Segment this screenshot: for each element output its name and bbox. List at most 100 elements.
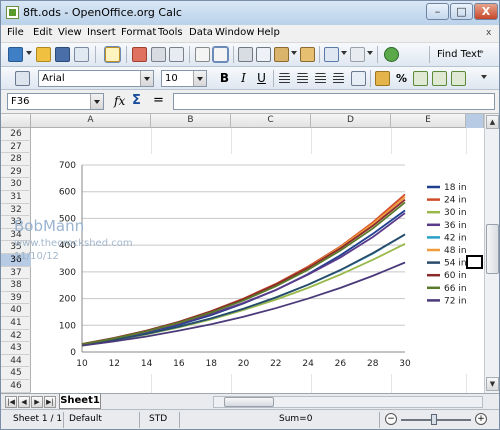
menu-insert[interactable]: Insert bbox=[87, 27, 116, 38]
toolbar-more-icon[interactable] bbox=[481, 75, 487, 79]
standard-format-icon[interactable] bbox=[413, 71, 428, 86]
toolbar-separator bbox=[95, 46, 96, 63]
selected-cell-f36[interactable] bbox=[466, 255, 483, 269]
row-header[interactable]: 27 bbox=[1, 141, 31, 154]
legend-label: 48 in bbox=[444, 246, 467, 256]
column-header-d[interactable]: D bbox=[311, 114, 391, 128]
chevron-down-icon[interactable] bbox=[193, 71, 206, 86]
scrollbar-thumb[interactable] bbox=[486, 224, 499, 274]
column-header-b[interactable]: B bbox=[151, 114, 231, 128]
spreadsheet-grid[interactable]: A B C D E 26 27 28 29 30 31 32 33 34 35 36 37 38 39 40… bbox=[1, 114, 484, 393]
chevron-down-icon[interactable] bbox=[291, 51, 297, 55]
watermark-date: 11/10/12 bbox=[14, 251, 59, 262]
italic-button[interactable]: I bbox=[236, 71, 251, 86]
vertical-scrollbar[interactable]: ▲ ▼ bbox=[484, 114, 499, 393]
find-text-label[interactable]: Find Text bbox=[437, 49, 481, 60]
menu-tools[interactable]: Tools bbox=[158, 27, 183, 38]
maximize-button[interactable]: □ bbox=[450, 3, 473, 20]
currency-format-icon[interactable] bbox=[375, 71, 390, 86]
delete-decimal-icon[interactable] bbox=[451, 71, 466, 86]
first-sheet-icon[interactable]: |◀ bbox=[5, 396, 17, 408]
status-bar: Sheet 1 / 1 Default STD Sum=0 − + bbox=[1, 409, 499, 429]
export-pdf-icon[interactable] bbox=[132, 47, 147, 62]
menu-help[interactable]: Help bbox=[257, 27, 280, 38]
align-center-icon[interactable] bbox=[297, 73, 308, 84]
menu-window[interactable]: Window bbox=[215, 27, 254, 38]
zoom-in-icon[interactable]: + bbox=[475, 413, 487, 425]
add-decimal-icon[interactable] bbox=[432, 71, 447, 86]
status-separator bbox=[63, 412, 64, 428]
close-button[interactable]: X bbox=[474, 3, 498, 20]
print-icon[interactable] bbox=[151, 47, 166, 62]
function-wizard-icon[interactable]: fx bbox=[114, 94, 125, 108]
menu-format[interactable]: Format bbox=[121, 27, 156, 38]
row-header[interactable]: 26 bbox=[1, 128, 31, 141]
menu-file[interactable]: File bbox=[7, 27, 24, 38]
percent-format-button[interactable]: % bbox=[394, 71, 409, 86]
copy-icon[interactable] bbox=[256, 47, 271, 62]
minimize-button[interactable]: – bbox=[426, 3, 449, 20]
last-sheet-icon[interactable]: ▶| bbox=[44, 396, 56, 408]
paste-icon[interactable] bbox=[274, 47, 289, 62]
function-icon[interactable]: = bbox=[153, 93, 164, 108]
clone-formatting-icon[interactable] bbox=[300, 47, 315, 62]
email-icon[interactable] bbox=[74, 47, 89, 62]
new-document-icon[interactable] bbox=[8, 47, 23, 62]
bold-button[interactable]: B bbox=[217, 71, 232, 86]
toolbar-more-icon[interactable]: » bbox=[479, 47, 491, 62]
menu-view[interactable]: View bbox=[58, 27, 82, 38]
horizontal-scrollbar[interactable] bbox=[213, 396, 483, 408]
font-size-combo[interactable]: 10 bbox=[161, 70, 207, 87]
formula-input[interactable] bbox=[173, 93, 495, 110]
chevron-down-icon[interactable] bbox=[341, 51, 347, 55]
name-box[interactable]: F36 bbox=[7, 93, 104, 110]
align-right-icon[interactable] bbox=[315, 73, 326, 84]
autospellcheck-icon[interactable] bbox=[212, 46, 229, 63]
chevron-down-icon[interactable] bbox=[140, 71, 153, 86]
zoom-slider-knob[interactable] bbox=[431, 414, 437, 425]
justify-icon[interactable] bbox=[333, 73, 344, 84]
navigator-icon[interactable] bbox=[384, 47, 399, 62]
x-tick-label: 10 bbox=[76, 359, 88, 369]
column-header-a[interactable]: A bbox=[31, 114, 151, 128]
zoom-out-icon[interactable]: − bbox=[385, 413, 397, 425]
save-icon[interactable] bbox=[55, 47, 70, 62]
spellcheck-icon[interactable] bbox=[195, 47, 210, 62]
status-separator bbox=[379, 412, 380, 428]
column-header-c[interactable]: C bbox=[231, 114, 311, 128]
undo-icon[interactable] bbox=[324, 47, 339, 62]
scroll-up-icon[interactable]: ▲ bbox=[486, 115, 499, 129]
chevron-down-icon[interactable] bbox=[367, 51, 373, 55]
close-document-icon[interactable]: x bbox=[486, 28, 491, 38]
line-chart[interactable]: 010020030040050060070010 12 14 16 18 20 22 24 26… bbox=[15, 154, 468, 414]
standard-toolbar: Find Text » bbox=[1, 43, 499, 67]
column-header-f[interactable] bbox=[466, 114, 484, 128]
select-all-corner[interactable] bbox=[1, 114, 31, 128]
scroll-down-icon[interactable]: ▼ bbox=[486, 377, 499, 391]
toolbar-separator bbox=[429, 46, 430, 63]
menu-data[interactable]: Data bbox=[189, 27, 213, 38]
scrollbar-thumb[interactable] bbox=[224, 397, 274, 407]
selection-mode[interactable]: STD bbox=[149, 414, 167, 424]
sheet-tab-sheet1[interactable]: Sheet1 bbox=[59, 394, 101, 409]
page-preview-icon[interactable] bbox=[169, 47, 184, 62]
toolbar-separator bbox=[273, 70, 274, 87]
open-folder-icon[interactable] bbox=[36, 47, 51, 62]
edit-file-icon[interactable] bbox=[104, 46, 121, 63]
underline-button[interactable]: U bbox=[254, 71, 269, 86]
chevron-down-icon[interactable] bbox=[90, 94, 103, 109]
merge-cells-icon[interactable] bbox=[351, 71, 366, 86]
redo-icon[interactable] bbox=[350, 47, 365, 62]
sum-display: Sum=0 bbox=[279, 414, 313, 424]
styles-formatting-icon[interactable] bbox=[15, 71, 30, 86]
font-name-combo[interactable]: Arial bbox=[38, 70, 154, 87]
chevron-down-icon[interactable] bbox=[26, 51, 32, 55]
cut-icon[interactable] bbox=[238, 47, 253, 62]
previous-sheet-icon[interactable]: ◀ bbox=[18, 396, 30, 408]
page-style[interactable]: Default bbox=[69, 414, 102, 424]
next-sheet-icon[interactable]: ▶ bbox=[31, 396, 43, 408]
align-left-icon[interactable] bbox=[279, 73, 290, 84]
column-header-e[interactable]: E bbox=[391, 114, 466, 128]
sum-icon[interactable]: Σ bbox=[132, 93, 141, 108]
menu-edit[interactable]: Edit bbox=[33, 27, 52, 38]
